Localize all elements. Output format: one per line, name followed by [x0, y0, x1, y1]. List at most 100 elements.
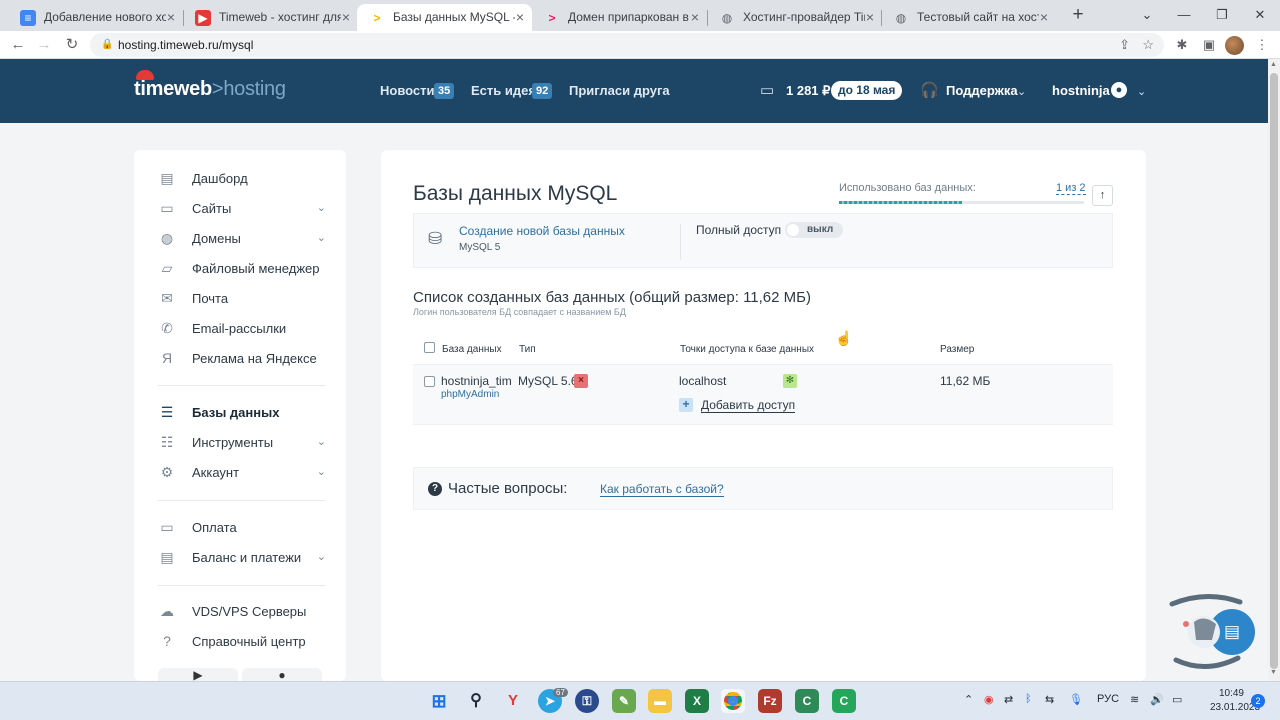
- minimize-button[interactable]: —: [1164, 0, 1204, 31]
- camtasia-recorder-icon[interactable]: C: [832, 689, 856, 713]
- google-play-button[interactable]: ▶: [158, 668, 238, 682]
- volume-icon[interactable]: 🔊: [1150, 693, 1164, 706]
- wifi-icon[interactable]: ≋: [1130, 693, 1139, 706]
- sidebar-item-dashboard[interactable]: ▤ Дашборд: [158, 164, 326, 194]
- browser-tab[interactable]: ▶ Timeweb - хостинг для сай ×: [183, 4, 358, 31]
- close-icon[interactable]: ×: [167, 4, 175, 31]
- notification-badge[interactable]: 2: [1251, 694, 1265, 708]
- close-icon[interactable]: ×: [866, 4, 874, 31]
- extensions-icon[interactable]: ✱: [1171, 34, 1193, 56]
- sidebar-item-file-manager[interactable]: ▱ Файловый менеджер: [158, 254, 326, 284]
- chrome-icon[interactable]: [721, 689, 745, 713]
- invite-link[interactable]: Пригласи друга: [569, 83, 670, 98]
- browser-tab[interactable]: ◍ Хостинг-провайдер TimeW ×: [707, 4, 882, 31]
- delete-icon[interactable]: ×: [574, 374, 588, 388]
- sidebar-item-mailing[interactable]: ✆ Email-рассылки: [158, 314, 326, 344]
- idea-link[interactable]: Есть идея: [471, 83, 536, 98]
- support-menu[interactable]: Поддержка: [946, 83, 1018, 98]
- plus-icon[interactable]: +: [679, 398, 693, 412]
- url-field[interactable]: 🔒 hosting.timeweb.ru/mysql ⇪ ☆: [90, 33, 1164, 57]
- db-access-host: localhost: [679, 374, 727, 388]
- close-icon[interactable]: ×: [1040, 4, 1048, 31]
- news-link[interactable]: Новости: [380, 83, 435, 98]
- share-icon[interactable]: ⇪: [1119, 33, 1130, 57]
- security-app-icon[interactable]: ⚿: [575, 689, 599, 713]
- forward-button[interactable]: →: [33, 34, 55, 56]
- timeweb-icon: >: [373, 11, 381, 25]
- chevron-down-icon[interactable]: ⌄: [1137, 85, 1146, 98]
- file-explorer-icon[interactable]: ▬: [648, 689, 672, 713]
- timeweb-logo[interactable]: timeweb>hosting: [134, 70, 286, 101]
- scroll-down-icon[interactable]: ▼: [1270, 669, 1277, 676]
- yandex-browser-icon[interactable]: Y: [501, 689, 525, 713]
- microphone-icon[interactable]: 🎙: [1069, 693, 1083, 706]
- sidebar-item-account[interactable]: ⚙ Аккаунт ⌄: [158, 458, 326, 488]
- browser-tab[interactable]: ◍ Тестовый сайт на хостинге ×: [881, 4, 1056, 31]
- select-all-checkbox[interactable]: [424, 342, 435, 353]
- add-access-link[interactable]: Добавить доступ: [701, 398, 796, 413]
- chevron-down-icon[interactable]: ⌄: [1017, 85, 1026, 98]
- balance-value[interactable]: 1 281 ₽: [786, 83, 830, 99]
- scrollbar-thumb[interactable]: [1270, 73, 1278, 669]
- close-icon[interactable]: ×: [691, 4, 699, 31]
- camtasia-icon[interactable]: C: [795, 689, 819, 713]
- sidebar-item-databases[interactable]: ☰ Базы данных: [158, 398, 326, 428]
- sidebar-item-balance[interactable]: ▤ Баланс и платежи ⌄: [158, 543, 326, 573]
- full-access-toggle[interactable]: выкл: [785, 222, 843, 238]
- user-menu[interactable]: hostninja: [1052, 83, 1110, 98]
- sidebar-item-payment[interactable]: ▭ Оплата: [158, 513, 326, 543]
- tray-app-icon[interactable]: ◉: [984, 693, 994, 706]
- channel-watermark: [1169, 593, 1243, 670]
- create-database-link[interactable]: Создание новой базы данных: [459, 224, 625, 238]
- excel-icon[interactable]: X: [685, 689, 709, 713]
- collapse-up-button[interactable]: ↑: [1092, 185, 1113, 206]
- sidebar-item-vds[interactable]: ☁ VDS/VPS Серверы: [158, 597, 326, 627]
- windows-start-icon[interactable]: ⊞: [427, 689, 451, 713]
- sidebar-item-yandex-ads[interactable]: Я Реклама на Яндексе: [158, 344, 326, 374]
- phpmyadmin-link[interactable]: phpMyAdmin: [441, 389, 499, 400]
- reload-button[interactable]: ↻: [61, 34, 83, 56]
- bookmark-star-icon[interactable]: ☆: [1142, 33, 1154, 57]
- browser-tab[interactable]: ≡ Добавление нового хостер ×: [8, 4, 183, 31]
- db-usage-value[interactable]: 1 из 2: [1056, 182, 1086, 195]
- close-icon[interactable]: ×: [516, 4, 524, 31]
- main-panel: Базы данных MySQL Использовано баз данны…: [381, 150, 1146, 681]
- new-tab-button[interactable]: +: [1058, 0, 1098, 31]
- side-panel-icon[interactable]: ▣: [1198, 34, 1220, 56]
- battery-icon[interactable]: ▭: [1172, 693, 1182, 706]
- gear-icon[interactable]: ✻: [783, 374, 797, 388]
- tray-app-icon[interactable]: ⇆: [1045, 693, 1054, 706]
- profile-avatar[interactable]: [1225, 36, 1244, 55]
- faq-link[interactable]: Как работать с базой?: [600, 482, 724, 497]
- monitor-icon: ▭: [160, 200, 174, 216]
- sidebar: ▤ Дашборд ▭ Сайты ⌄ ◍ Домены ⌄ ▱ Файловы…: [134, 150, 346, 682]
- language-indicator[interactable]: РУС: [1097, 693, 1119, 705]
- sidebar-item-label: Дашборд: [192, 171, 248, 186]
- close-icon[interactable]: ×: [342, 4, 350, 31]
- page-scrollbar[interactable]: ▲ ▼: [1268, 59, 1280, 681]
- row-checkbox[interactable]: [424, 376, 435, 387]
- tab-search-icon[interactable]: ⌄: [1127, 0, 1167, 31]
- user-avatar-icon[interactable]: ●: [1111, 82, 1127, 98]
- search-icon[interactable]: ⚲: [464, 689, 488, 713]
- sidebar-item-mail[interactable]: ✉ Почта: [158, 284, 326, 314]
- restore-button[interactable]: ❐: [1202, 0, 1242, 31]
- sidebar-item-sites[interactable]: ▭ Сайты ⌄: [158, 194, 326, 224]
- scroll-up-icon[interactable]: ▲: [1270, 61, 1277, 68]
- tray-app-icon[interactable]: ⇄: [1004, 693, 1013, 706]
- bluetooth-icon[interactable]: ᛒ: [1025, 693, 1032, 705]
- tray-chevron-icon[interactable]: ⌃: [964, 693, 973, 706]
- browser-tab[interactable]: > Домен припаркован в Tim ×: [532, 4, 707, 31]
- sidebar-item-domains[interactable]: ◍ Домены ⌄: [158, 224, 326, 254]
- image-editor-icon[interactable]: ✎: [612, 689, 636, 713]
- back-button[interactable]: ←: [7, 34, 29, 56]
- browser-tab-active[interactable]: > Базы данных MySQL - Хос ×: [357, 4, 532, 31]
- sidebar-item-help-center[interactable]: ? Справочный центр: [158, 627, 326, 657]
- menu-icon[interactable]: ⋮: [1251, 34, 1273, 56]
- close-window-button[interactable]: ✕: [1240, 0, 1280, 31]
- app-store-button[interactable]: ●: [242, 668, 322, 682]
- filezilla-icon[interactable]: Fz: [758, 689, 782, 713]
- sidebar-item-tools[interactable]: ☷ Инструменты ⌄: [158, 428, 326, 458]
- paid-until-badge[interactable]: до 18 мая: [831, 81, 903, 100]
- system-clock[interactable]: 10:49 23.01.2023: [1210, 687, 1260, 715]
